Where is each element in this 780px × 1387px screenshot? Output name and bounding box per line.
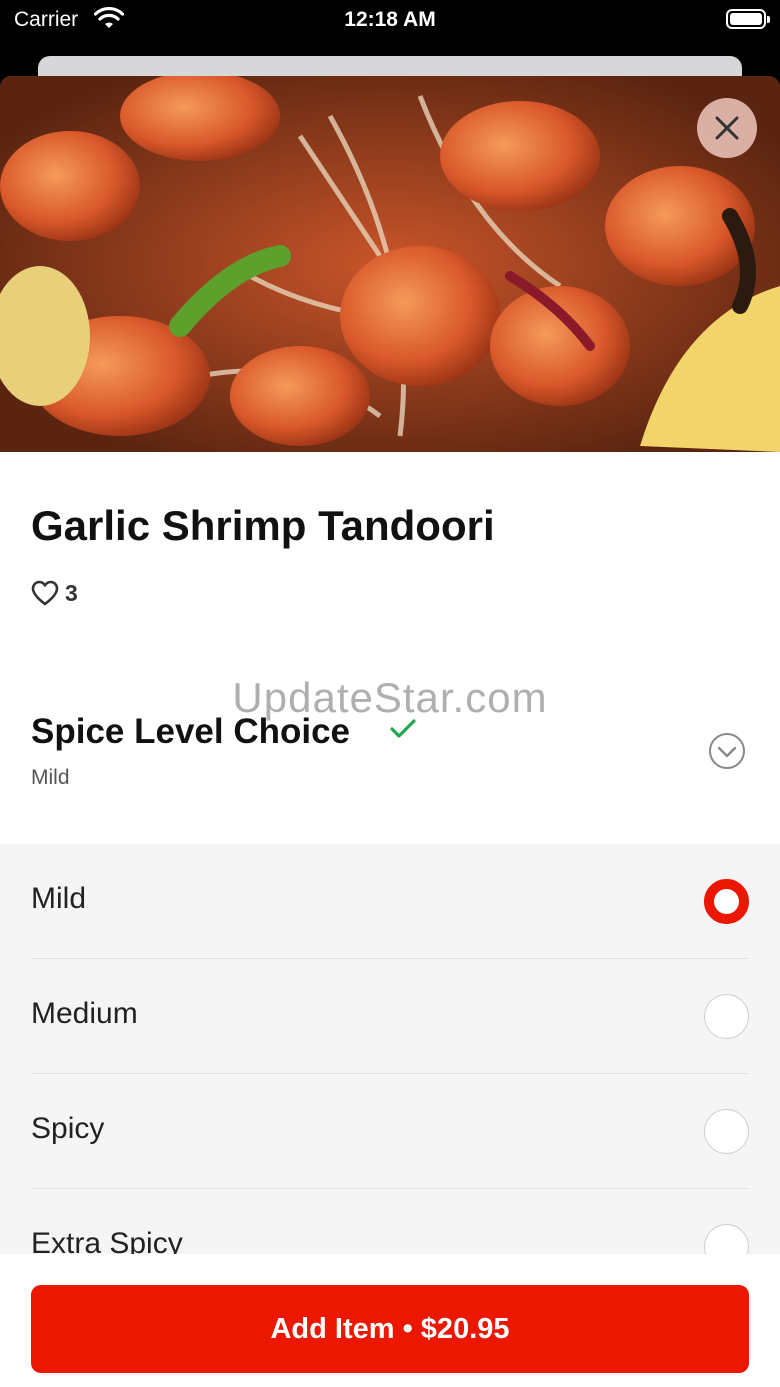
option-spicy[interactable]: Spicy <box>31 1074 749 1189</box>
spice-section-header[interactable]: Spice Level Choice Mild <box>0 696 780 844</box>
option-mild[interactable]: Mild <box>31 844 749 959</box>
option-medium[interactable]: Medium <box>31 959 749 1074</box>
option-label: Spicy <box>31 1112 105 1145</box>
radio-unselected[interactable] <box>704 1109 749 1154</box>
likes-counter[interactable]: 3 <box>31 578 78 608</box>
add-item-button[interactable]: Add Item • $20.95 <box>31 1285 749 1373</box>
close-icon <box>715 116 739 140</box>
status-time: 12:18 AM <box>344 8 436 31</box>
radio-selected[interactable] <box>704 879 749 924</box>
hero-image <box>0 76 780 452</box>
item-detail-sheet: Garlic Shrimp Tandoori 3 UpdateStar.com … <box>0 76 780 1387</box>
item-title: Garlic Shrimp Tandoori <box>31 502 495 549</box>
radio-unselected[interactable] <box>704 994 749 1039</box>
option-label: Medium <box>31 997 138 1030</box>
status-bar: Carrier 12:18 AM <box>0 0 780 40</box>
check-icon <box>390 719 416 738</box>
footer-bar: Add Item • $20.95 <box>0 1254 780 1387</box>
close-button[interactable] <box>697 98 757 158</box>
spice-options-list: Mild Medium Spicy Extra Spicy <box>0 844 780 1269</box>
chevron-down-icon[interactable] <box>708 732 746 770</box>
heart-icon <box>31 580 59 606</box>
selected-summary: Mild <box>31 766 70 789</box>
battery-icon <box>726 9 770 29</box>
section-title: Spice Level Choice <box>31 712 351 751</box>
likes-count: 3 <box>65 579 78 606</box>
option-label: Mild <box>31 882 87 915</box>
